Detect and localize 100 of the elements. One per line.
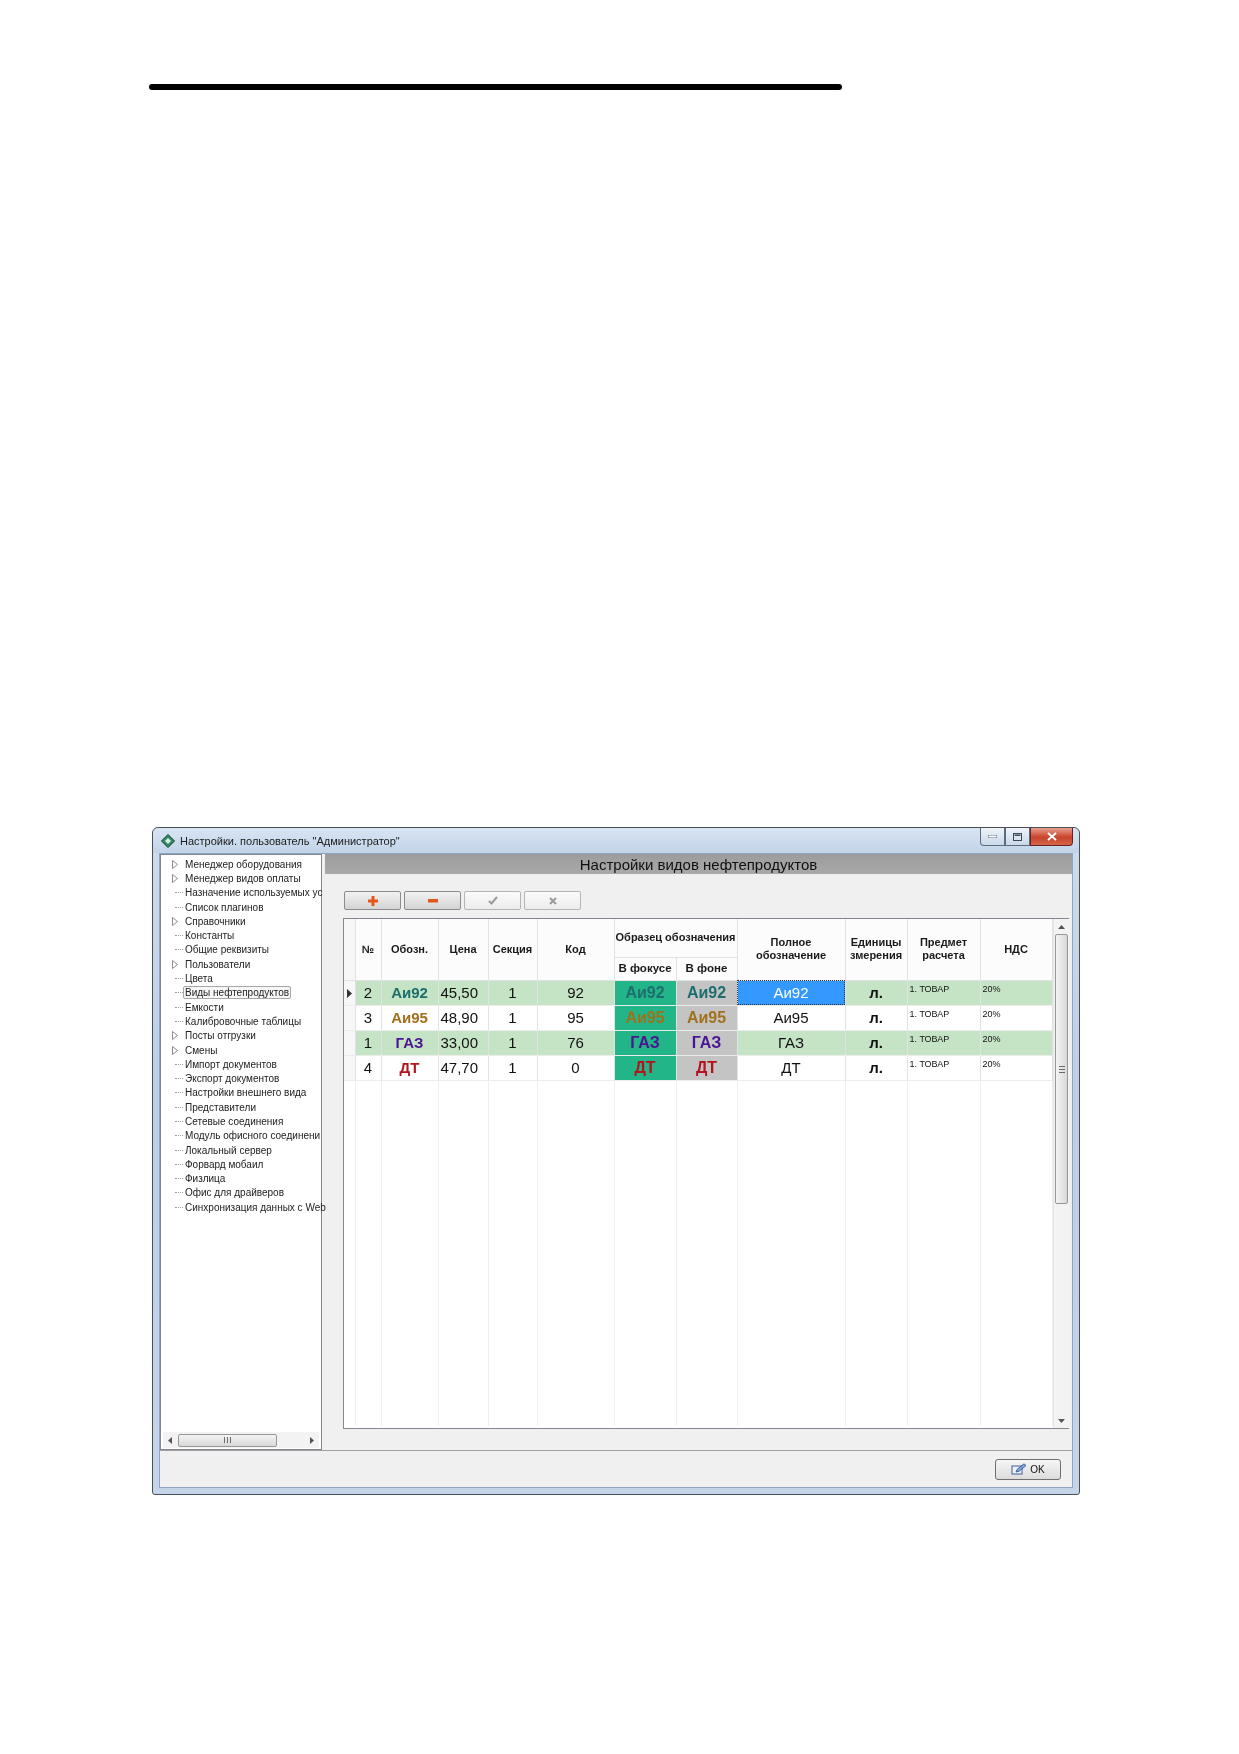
tree-item[interactable]: Емкости: [183, 1000, 226, 1014]
tree-item[interactable]: Локальный сервер: [183, 1143, 274, 1157]
table-cell: ДТ: [381, 1055, 438, 1080]
tree-item[interactable]: Список плагинов: [183, 900, 266, 914]
tree-item[interactable]: Смены: [183, 1043, 220, 1057]
tree-line: [175, 1106, 183, 1108]
tree-item[interactable]: Форвард мобаил: [183, 1157, 266, 1171]
grip-icon: [224, 1437, 231, 1443]
column-header: Код: [537, 919, 614, 980]
tree-line: [175, 1206, 183, 1208]
close-button[interactable]: [1030, 828, 1073, 846]
close-icon: [1046, 832, 1057, 841]
tree-line: [175, 992, 183, 994]
tree-item[interactable]: Сетевые соединения: [183, 1115, 286, 1128]
column-header: Секция: [488, 919, 537, 980]
tree-line: [175, 1078, 183, 1080]
grip-icon: [1058, 1065, 1065, 1073]
caret-down-icon[interactable]: [1058, 1419, 1065, 1423]
tree-item[interactable]: Справочники: [183, 914, 248, 928]
maximize-icon: [1013, 832, 1022, 841]
tree-line: [175, 892, 183, 894]
tree-line: [175, 1178, 183, 1180]
maximize-button[interactable]: [1005, 828, 1030, 846]
expand-arrow-icon[interactable]: [172, 916, 178, 926]
tree-item[interactable]: Менеджер оборудования: [183, 857, 304, 871]
expand-arrow-icon[interactable]: [172, 959, 178, 969]
table-cell: 3: [355, 1005, 381, 1030]
tree-item[interactable]: Цвета: [183, 972, 215, 985]
tree-line: [175, 1006, 183, 1008]
tree-line: [175, 1149, 183, 1151]
table-cell: Аи95: [381, 1005, 438, 1030]
table-cell: Аи92: [737, 980, 845, 1005]
table-cell: 20%: [980, 1055, 1052, 1080]
tree-item[interactable]: Калибровочные таблицы: [183, 1014, 304, 1028]
delete-button[interactable]: [404, 891, 461, 910]
table-cell: ДТ: [737, 1055, 845, 1080]
scrollbar-thumb[interactable]: [1055, 934, 1068, 1204]
tree-item[interactable]: Модуль офисного соединени: [183, 1129, 323, 1143]
caret-left-icon[interactable]: [168, 1436, 172, 1444]
tree-line: [175, 1163, 183, 1165]
panel-title: Настройки видов нефтепродуктов: [579, 855, 818, 873]
minimize-icon: [988, 835, 997, 838]
minus-icon: [427, 898, 438, 903]
table-cell: л.: [845, 1055, 907, 1080]
cross-icon: [548, 896, 557, 905]
tree-item[interactable]: Посты отгрузки: [183, 1029, 258, 1043]
table-cell: л.: [845, 1005, 907, 1030]
table-cell: 4: [355, 1055, 381, 1080]
tree-line: [175, 935, 183, 937]
tree-line: [175, 1020, 183, 1022]
tree-item[interactable]: Пользователи: [183, 957, 253, 971]
column-header: №: [355, 919, 381, 980]
tree-item[interactable]: Синхронизация данных с Web: [183, 1200, 328, 1214]
horizontal-scrollbar[interactable]: [163, 1432, 319, 1448]
plus-icon: [367, 895, 378, 906]
tree-item[interactable]: Офис для драйверов: [183, 1186, 286, 1200]
table-cell: 1. ТОВАР: [907, 1005, 980, 1030]
tree-line: [175, 978, 183, 979]
tree-line: [175, 906, 183, 908]
tree-item[interactable]: Импорт документов: [183, 1057, 279, 1071]
table-cell: 0: [537, 1055, 614, 1080]
ok-button[interactable]: OK: [995, 1458, 1061, 1480]
table-cell: 48,90: [438, 1005, 488, 1030]
column-header: НДС: [980, 919, 1052, 980]
window-title: Настройки. пользователь "Администратор": [180, 834, 400, 847]
column-header: Цена: [438, 919, 488, 980]
tree-item[interactable]: Экспорт документов: [183, 1072, 282, 1086]
scrollbar-thumb[interactable]: [178, 1433, 277, 1447]
table-cell: 47,70: [438, 1055, 488, 1080]
minimize-button[interactable]: [980, 828, 1005, 846]
diamond-icon: [161, 833, 175, 848]
table-cell: 1: [488, 1055, 537, 1080]
caret-right-icon[interactable]: [310, 1436, 314, 1444]
column-header: Обозн.: [381, 919, 438, 980]
tree-item[interactable]: Физлица: [183, 1172, 228, 1186]
column-header: Полное обозначение: [737, 919, 845, 980]
tree-line: [175, 1135, 183, 1137]
tree-item[interactable]: Представители: [183, 1100, 258, 1114]
table-cell: 1. ТОВАР: [907, 1055, 980, 1080]
tree-line: [175, 1121, 183, 1122]
table-cell: 1: [488, 1005, 537, 1030]
tree-line: [175, 1192, 183, 1194]
table-cell: 20%: [980, 1005, 1052, 1030]
table-cell: 95: [537, 1005, 614, 1030]
tree-line: [175, 1092, 183, 1094]
tree-item[interactable]: Менеджер видов оплаты: [183, 871, 303, 885]
tree-item[interactable]: Назначение используемых ус: [183, 886, 325, 900]
pencil-icon: [1011, 1463, 1028, 1475]
caret-up-icon[interactable]: [1058, 925, 1065, 929]
column-header: Предмет расчета: [907, 919, 980, 980]
tree-item[interactable]: Настройки внешнего вида: [183, 1086, 309, 1100]
tree-item[interactable]: Константы: [183, 929, 237, 943]
add-button[interactable]: [344, 891, 401, 910]
tree-item[interactable]: Общие реквизиты: [183, 943, 271, 957]
check-icon: [487, 896, 498, 905]
table-cell: Аи95: [737, 1005, 845, 1030]
table-cell: ГАЗ: [737, 1030, 845, 1055]
tree-line: [175, 949, 183, 951]
tree-item[interactable]: Виды нефтепродуктов: [183, 986, 292, 1000]
column-group-header: Образец обозначения: [614, 919, 737, 957]
